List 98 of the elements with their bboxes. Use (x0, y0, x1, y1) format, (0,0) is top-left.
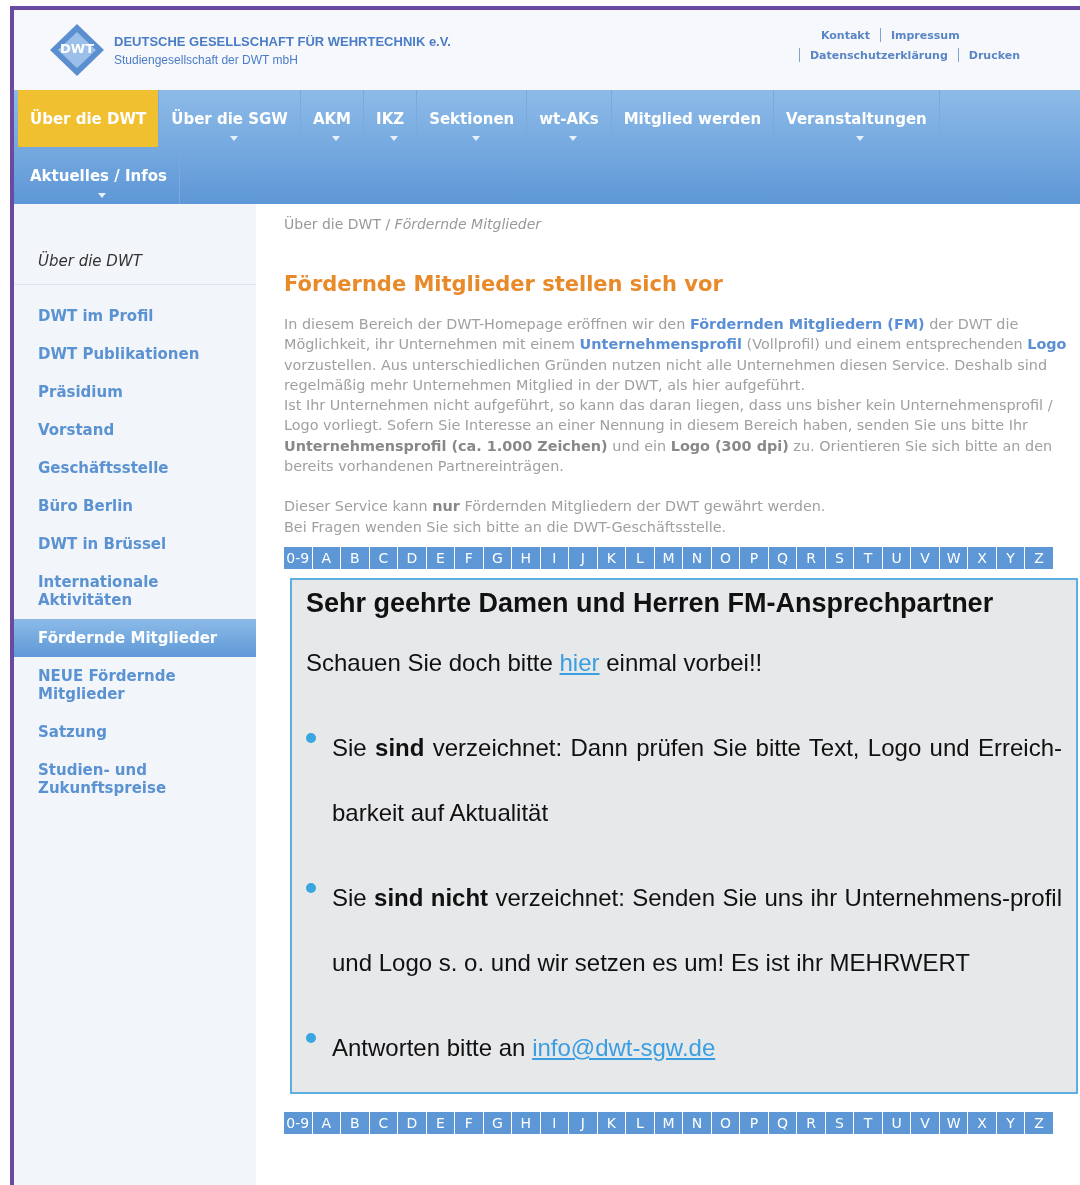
letter-link[interactable]: H (512, 546, 541, 569)
letter-link[interactable]: E (426, 1111, 456, 1134)
paragraph: Dieser Service kann nur Fördernden Mitgliedern der DWT gewährt werden. (284, 497, 827, 517)
letter-link[interactable]: I (540, 546, 570, 569)
letter-link[interactable]: A (312, 1111, 342, 1134)
sidebar-item[interactable]: Büro Berlin (14, 487, 256, 525)
bullet-text: Sie sind verzeichnet: Dann prüfen Sie bitte Text, Logo und Erreich-barkeit auf Aktualität (332, 732, 1062, 828)
sidebar-item[interactable]: DWT im Profil (14, 297, 256, 335)
menu-tab[interactable]: AKM (300, 90, 365, 147)
sidebar-item[interactable]: Satzung (14, 713, 256, 751)
sidebar-item[interactable]: NEUE Fördernde Mitglieder (14, 657, 256, 713)
menu-tab[interactable]: Über die DWT (18, 90, 160, 147)
bullet-text: Sie sind nicht verzeichnet: Senden Sie uns ihr Unternehmens-profil und Logo s. o. und wir setzen es um! Es ist ihr MEHRWERT (332, 882, 1062, 978)
paragraph: Bei Fragen wenden Sie sich bitte an die DWT-Geschäftsstelle. (284, 517, 728, 537)
letter-link[interactable]: X (968, 546, 997, 569)
breadcrumb: Über die DWT / Fördernde Mitglieder (284, 216, 543, 232)
letter-link[interactable]: V (911, 1111, 940, 1134)
sidebar-item[interactable]: DWT Publikationen (14, 335, 256, 373)
letter-link[interactable]: I (540, 1111, 570, 1134)
sidebar-title: Über die DWT (14, 242, 256, 285)
header-link[interactable]: Drucken (968, 48, 1020, 62)
paragraph: In diesem Bereich der DWT-Homepage eröffnen wir den Fördernden Mitgliedern (FM) der DWT die Möglichkeit, ihr Unternehmen mit einem Unternehmensprofil (Vollprofil) und einem entsprechenden Logo vorzustellen. Aus unterschiedlichen Gründen nutzen nicht alle Unternehmen diesen Service. Deshalb sind regelmäßig mehr Unternehmen Mitglied in der DWT, als hier aufgeführt. (284, 315, 1068, 395)
letter-link[interactable]: O (711, 546, 741, 569)
sidebar-item[interactable]: Präsidium (14, 373, 256, 411)
bullet-icon (306, 1032, 316, 1043)
letter-link[interactable]: G (483, 546, 513, 569)
bullet-icon (306, 732, 316, 743)
letter-link[interactable]: K (597, 546, 627, 569)
here-link[interactable]: hier (559, 648, 600, 676)
letter-link[interactable]: X (968, 1111, 997, 1134)
menu-tab[interactable]: Sektionen (417, 90, 528, 147)
sidebar-item[interactable]: Vorstand (14, 411, 256, 449)
email-link[interactable]: info@dwt-sgw.de (532, 1033, 716, 1061)
letter-link[interactable]: N (683, 1111, 712, 1134)
letter-link[interactable]: B (341, 1111, 370, 1134)
letter-link[interactable]: N (683, 546, 712, 569)
letter-link[interactable]: T (854, 1111, 883, 1134)
letter-link[interactable]: P (740, 546, 769, 569)
letter-link[interactable]: P (740, 1111, 769, 1134)
organization-subtitle: Studiengesellschaft der DWT mbH (114, 52, 299, 67)
letter-link[interactable]: V (911, 546, 940, 569)
letter-link[interactable]: W (939, 1111, 969, 1134)
letter-link[interactable]: O (711, 1111, 741, 1134)
letter-link[interactable]: L (626, 546, 655, 569)
letter-link[interactable]: Y (996, 1111, 1026, 1134)
letter-link[interactable]: R (797, 546, 826, 569)
sidebar-item[interactable]: DWT in Brüssel (14, 525, 256, 563)
menu-tab[interactable]: IKZ (364, 90, 418, 147)
letter-link[interactable]: K (597, 1111, 627, 1134)
letter-link[interactable]: 0-9 (284, 546, 313, 569)
letter-link[interactable]: T (854, 546, 883, 569)
logo-icon: DWT (50, 24, 104, 76)
menu-tab[interactable]: wt-AKs (527, 90, 612, 147)
sidebar-item[interactable]: Studien- und Zukunftspreise (14, 751, 256, 807)
letter-link[interactable]: Q (768, 1111, 798, 1134)
letter-link[interactable]: D (398, 546, 427, 569)
letter-link[interactable]: D (398, 1111, 427, 1134)
letter-link[interactable]: Q (768, 546, 798, 569)
letter-link[interactable]: M (654, 546, 684, 569)
letter-link[interactable]: G (483, 1111, 513, 1134)
header-link[interactable]: Datenschutzerklärung (809, 48, 948, 62)
sidebar-item[interactable]: Internationale Aktivitäten (14, 563, 256, 619)
letter-link[interactable]: A (312, 546, 342, 569)
header-link[interactable]: Impressum (890, 28, 960, 42)
letter-link[interactable]: F (455, 546, 484, 569)
letter-link[interactable]: U (882, 546, 912, 569)
letter-link[interactable]: H (512, 1111, 541, 1134)
letter-link[interactable]: E (426, 546, 456, 569)
notice-title: Sehr geehrte Damen und Herren FM-Ansprechpartner (306, 587, 995, 619)
letter-link[interactable]: Z (1025, 546, 1054, 569)
letter-link[interactable]: Y (996, 546, 1026, 569)
menu-tab[interactable]: Mitglied werden (611, 90, 775, 147)
header-link[interactable]: Kontakt (820, 28, 870, 42)
letter-link[interactable]: U (882, 1111, 912, 1134)
letter-link[interactable]: Z (1025, 1111, 1054, 1134)
bullet-icon (306, 882, 316, 893)
letter-link[interactable]: 0-9 (284, 1111, 313, 1134)
letter-link[interactable]: F (455, 1111, 484, 1134)
letter-link[interactable]: C (369, 1111, 399, 1134)
letter-link[interactable]: R (797, 1111, 826, 1134)
letter-link[interactable]: J (569, 546, 598, 569)
sidebar-item[interactable]: Fördernde Mitglieder (14, 619, 256, 657)
paragraph: Ist Ihr Unternehmen nicht aufgeführt, so kann das daran liegen, dass uns bisher kein Unternehmensprofil / Logo vorliegt. Sofern Sie Interesse an einer Nennung in diesem Bereich haben, senden Sie uns bitte Ihr Unternehmensprofil (ca. 1.000 Zeichen) und ein Logo (300 dpi) zu. Orientieren Sie sich bitte an den bereits vorhandenen Partnereinträgen. (284, 396, 1054, 477)
letter-link[interactable]: M (654, 1111, 684, 1134)
page-heading: Fördernde Mitglieder stellen sich vor (284, 272, 724, 296)
letter-link[interactable]: S (825, 546, 855, 569)
letter-link[interactable]: W (939, 546, 969, 569)
menu-tab[interactable]: Veranstaltungen (774, 90, 940, 147)
notice-text: Schauen Sie doch bitte hier einmal vorbei!! (306, 648, 764, 677)
menu-tab[interactable]: Über die SGW (159, 90, 301, 147)
letter-link[interactable]: J (569, 1111, 598, 1134)
letter-link[interactable]: B (341, 546, 370, 569)
bullet-text: Antworten bitte an info@dwt-sgw.de (332, 1032, 716, 1063)
letter-link[interactable]: L (626, 1111, 655, 1134)
letter-link[interactable]: S (825, 1111, 855, 1134)
organization-name: DEUTSCHE GESELLSCHAFT FÜR WEHRTECHNIK e.V. (114, 33, 451, 49)
letter-link[interactable]: C (369, 546, 399, 569)
sidebar-item[interactable]: Geschäftsstelle (14, 449, 256, 487)
